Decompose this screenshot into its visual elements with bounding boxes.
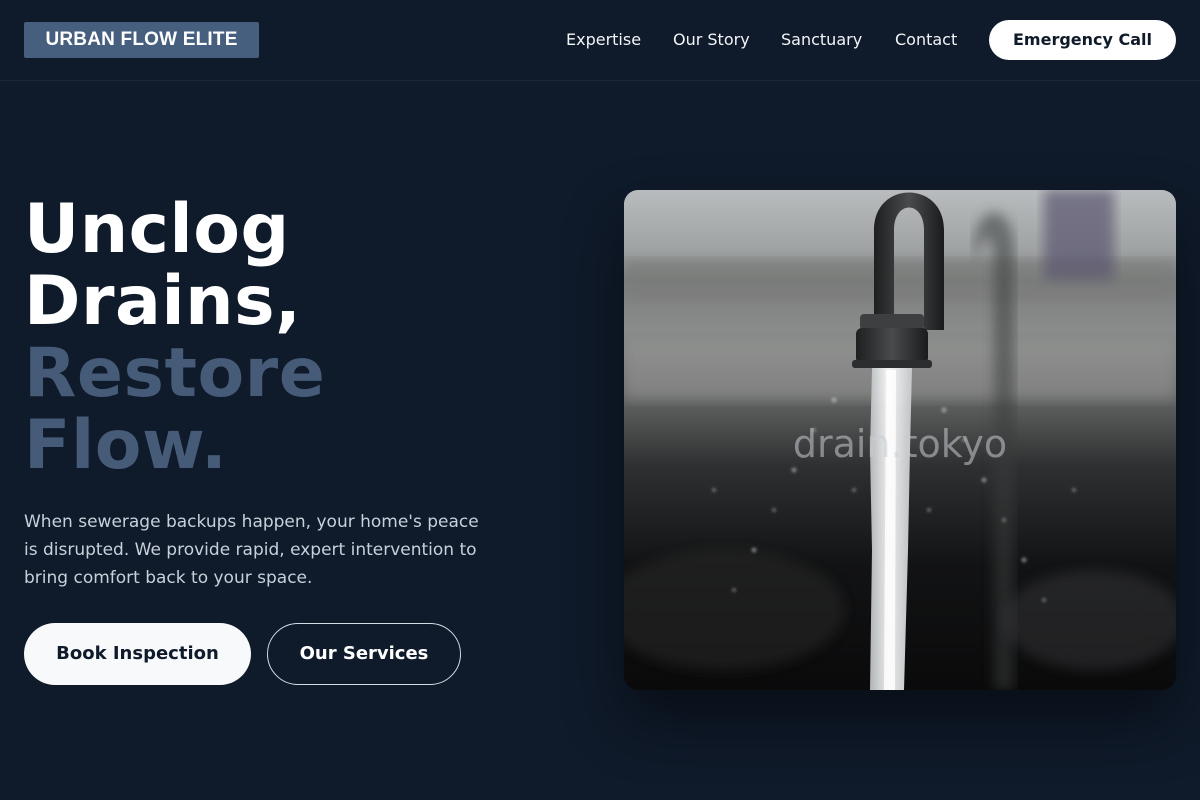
site-header: URBAN FLOW ELITE Expertise Our Story San… xyxy=(0,0,1200,81)
our-services-button[interactable]: Our Services xyxy=(267,623,461,685)
nav-link-sanctuary[interactable]: Sanctuary xyxy=(781,29,862,51)
hero-headline: Unclog Drains, Restore Flow. xyxy=(24,194,584,482)
nav-link-expertise[interactable]: Expertise xyxy=(566,29,641,51)
emergency-call-button[interactable]: Emergency Call xyxy=(989,20,1176,60)
page: URBAN FLOW ELITE Expertise Our Story San… xyxy=(0,0,1200,800)
hero-description: When sewerage backups happen, your home'… xyxy=(24,512,479,588)
nav-link-contact[interactable]: Contact xyxy=(895,29,957,51)
headline-line-2: Drains, xyxy=(24,262,302,341)
hero-image: drain.tokyo xyxy=(624,190,1176,690)
headline-line-1: Unclog xyxy=(24,190,290,269)
book-inspection-button[interactable]: Book Inspection xyxy=(24,623,251,685)
nav-link-our-story[interactable]: Our Story xyxy=(673,29,750,51)
image-watermark: drain.tokyo xyxy=(792,422,1008,466)
headline-line-4: Flow. xyxy=(24,406,228,485)
headline-line-3: Restore xyxy=(24,334,326,413)
brand-logo[interactable]: URBAN FLOW ELITE xyxy=(24,22,259,58)
